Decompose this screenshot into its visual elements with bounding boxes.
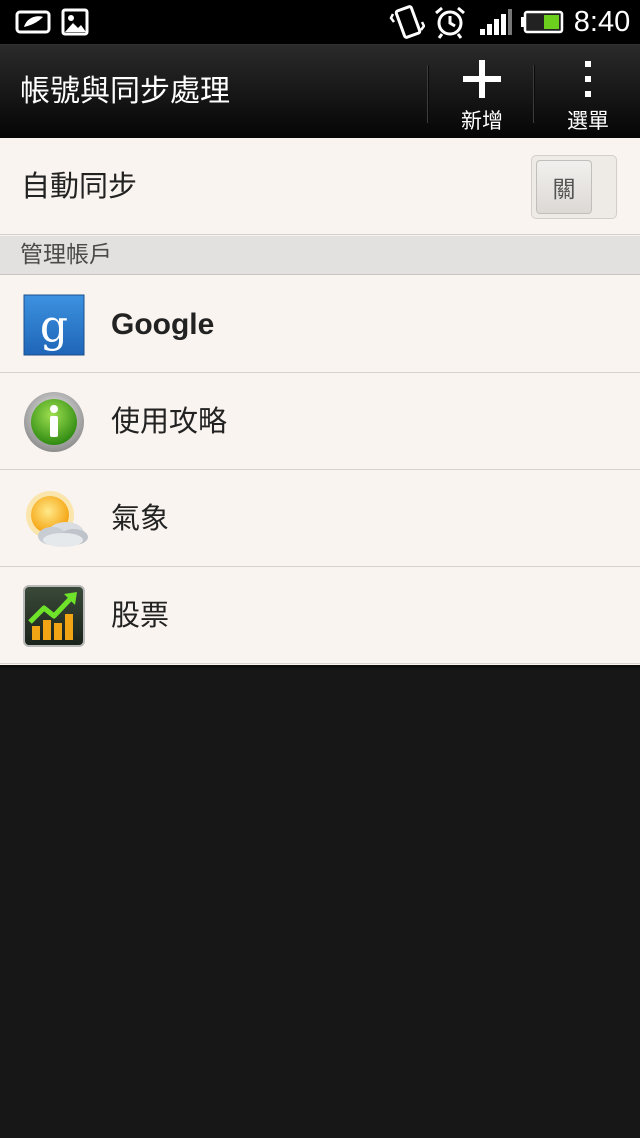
weather-icon xyxy=(18,487,92,551)
plus-icon xyxy=(430,57,534,101)
overflow-menu-icon xyxy=(536,57,640,101)
account-row-stocks[interactable]: 股票 xyxy=(0,567,640,664)
image-notification-icon xyxy=(60,0,90,44)
account-row-google[interactable]: g Google xyxy=(0,276,640,373)
action-bar: 帳號與同步處理 新增 選單 xyxy=(0,44,640,138)
auto-sync-row[interactable]: 自動同步 關 xyxy=(0,138,640,235)
battery-icon xyxy=(520,0,564,44)
svg-text:g: g xyxy=(40,301,68,352)
menu-button[interactable]: 選單 xyxy=(536,45,640,139)
account-name: 氣象 xyxy=(111,501,170,535)
clock: 8:40 xyxy=(573,5,631,38)
account-name: Google xyxy=(111,308,215,341)
alarm-icon xyxy=(432,0,468,44)
toggle-state-label: 關 xyxy=(536,160,592,214)
account-name: 使用攻略 xyxy=(111,404,228,438)
action-divider xyxy=(533,65,535,123)
signal-icon xyxy=(476,0,514,44)
add-label: 新增 xyxy=(461,109,503,133)
settings-content: 自動同步 關 管理帳戶 g Google 使用攻略 氣象 股票 xyxy=(0,138,640,665)
menu-label: 選單 xyxy=(567,109,609,133)
auto-sync-label: 自動同步 xyxy=(21,169,138,203)
account-row-tips[interactable]: 使用攻略 xyxy=(0,373,640,470)
content-shadow xyxy=(0,665,640,671)
info-icon xyxy=(22,390,86,454)
section-header: 管理帳戶 xyxy=(0,236,640,275)
action-divider xyxy=(427,65,429,123)
stocks-icon xyxy=(22,584,86,648)
leaf-notification-icon xyxy=(14,0,52,44)
section-header-label: 管理帳戶 xyxy=(20,242,112,268)
account-list: g Google 使用攻略 氣象 股票 xyxy=(0,276,640,664)
page-title: 帳號與同步處理 xyxy=(20,74,230,109)
google-icon: g xyxy=(22,293,86,357)
vibrate-icon xyxy=(388,0,426,44)
auto-sync-toggle[interactable]: 關 xyxy=(531,155,617,219)
account-name: 股票 xyxy=(111,598,170,632)
add-account-button[interactable]: 新增 xyxy=(430,45,534,139)
status-bar: 8:40 xyxy=(0,0,640,44)
account-row-weather[interactable]: 氣象 xyxy=(0,470,640,567)
